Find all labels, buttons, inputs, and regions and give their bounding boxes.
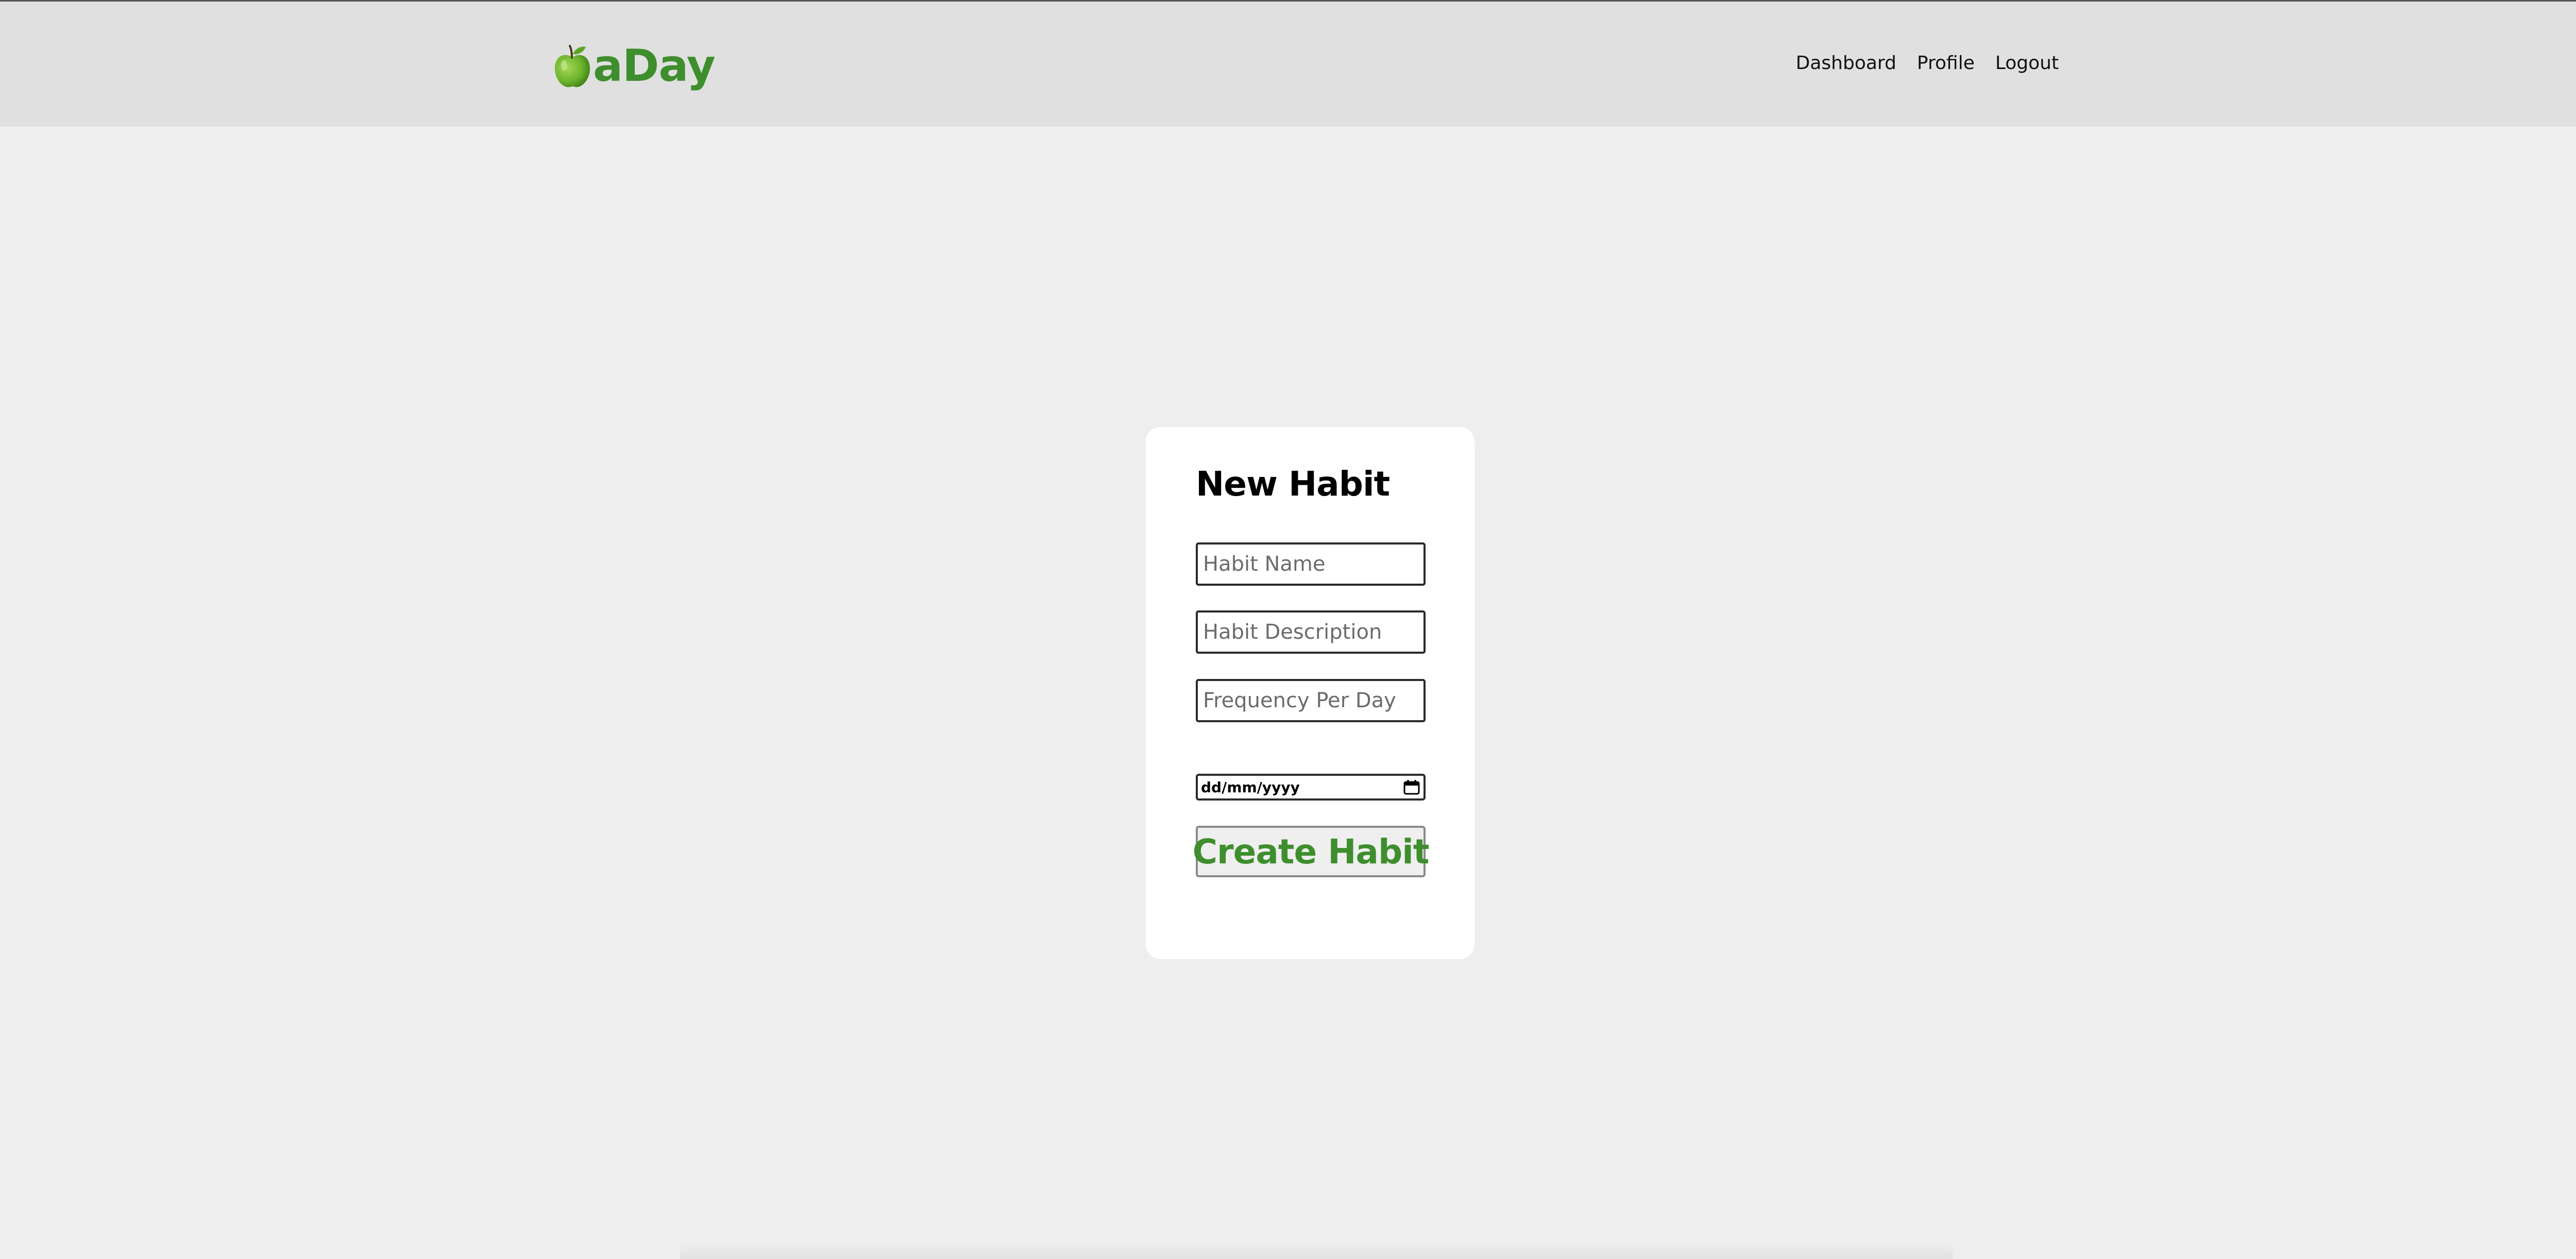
habit-name-input[interactable] (1196, 542, 1426, 586)
footer-edge (680, 1243, 1953, 1259)
calendar-icon[interactable] (1403, 779, 1420, 795)
main-nav: Dashboard Profile Logout (1795, 52, 2059, 74)
date-format-text: dd/mm/yyyy (1201, 778, 1300, 796)
page: aDay Dashboard Profile Logout New Habit … (0, 0, 2576, 1259)
form-title: New Habit (1196, 464, 1390, 504)
header: aDay Dashboard Profile Logout (0, 2, 2576, 127)
brand-name: aDay (593, 40, 716, 92)
nav-logout-link[interactable]: Logout (1995, 52, 2059, 74)
nav-dashboard-link[interactable]: Dashboard (1795, 52, 1896, 74)
logo[interactable]: aDay (553, 38, 716, 94)
new-habit-card: New Habit dd/mm/yyyy Create Habit (1146, 427, 1475, 959)
habit-date-input[interactable]: dd/mm/yyyy (1196, 774, 1426, 801)
habit-frequency-input[interactable] (1196, 679, 1426, 722)
nav-profile-link[interactable]: Profile (1917, 52, 1975, 74)
green-apple-icon (553, 44, 592, 88)
habit-description-input[interactable] (1196, 610, 1426, 654)
create-habit-button[interactable]: Create Habit (1193, 826, 1429, 877)
